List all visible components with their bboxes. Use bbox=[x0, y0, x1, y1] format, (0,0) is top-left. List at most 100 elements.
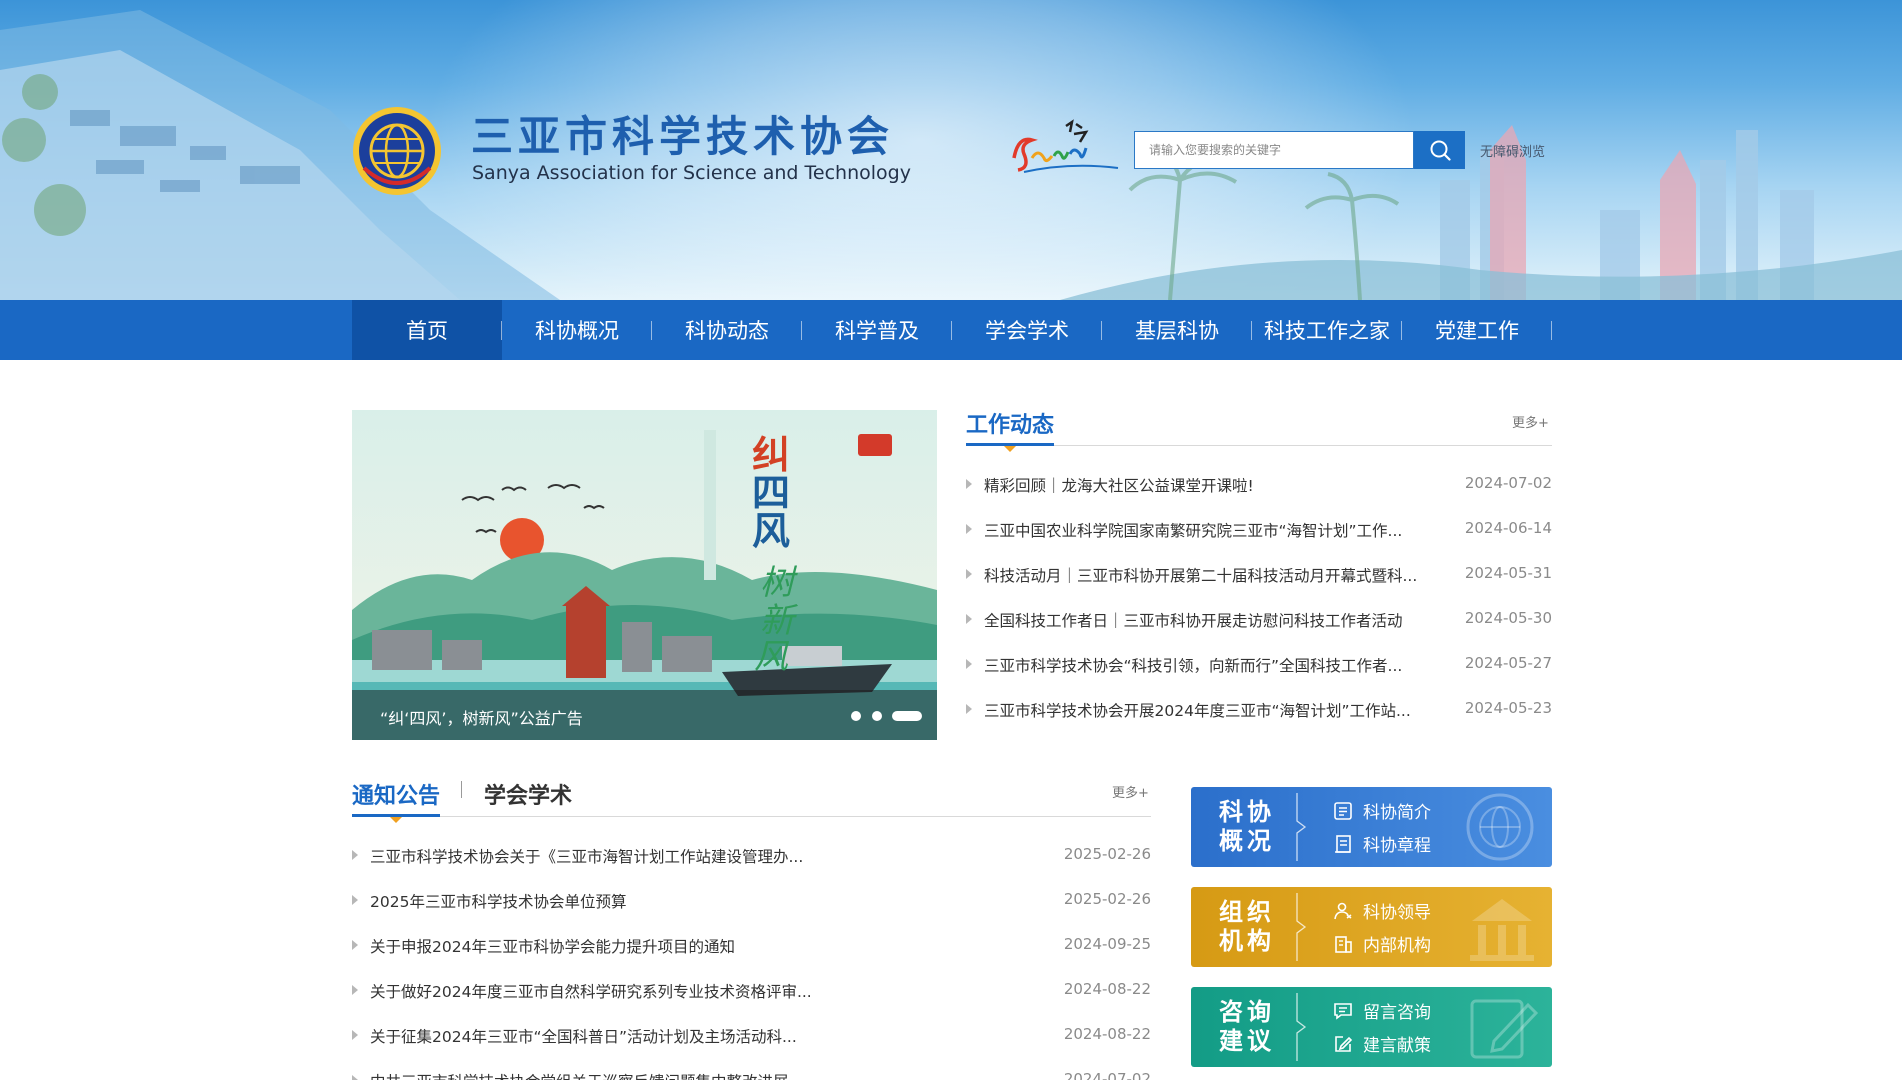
link-message-consult-label: 留言咨询 bbox=[1363, 1003, 1431, 1023]
nav-item-party-building[interactable]: 党建工作 bbox=[1402, 300, 1552, 360]
link-suggestions[interactable]: 建言献策 bbox=[1333, 1031, 1431, 1056]
card-consultation-heading: 咨询建议 bbox=[1219, 998, 1275, 1055]
list-item-title: 2025年三亚市科学技术协会单位预算 bbox=[370, 893, 627, 911]
search-box bbox=[1134, 131, 1414, 169]
nav-item-sci-tech-workers-home[interactable]: 科技工作之家 bbox=[1252, 300, 1402, 360]
card-consultation[interactable]: 咨询建议 留言咨询 建言献策 bbox=[1191, 987, 1552, 1067]
list-item-title: 关于征集2024年三亚市“全国科普日”活动计划及主场活动科... bbox=[370, 1028, 797, 1046]
caret-right-icon bbox=[966, 569, 972, 579]
caret-right-icon bbox=[966, 704, 972, 714]
svg-text:风: 风 bbox=[752, 508, 790, 553]
tab-separator bbox=[461, 781, 462, 798]
link-sast-intro[interactable]: 科协简介 bbox=[1333, 798, 1431, 823]
list-item-date: 2025-02-26 bbox=[1063, 890, 1151, 908]
notices-more-link[interactable]: 更多+ bbox=[1112, 782, 1149, 801]
work-news-more-link[interactable]: 更多+ bbox=[1512, 412, 1549, 431]
search-icon bbox=[1430, 140, 1451, 161]
chevron-separator-icon bbox=[1296, 793, 1307, 861]
nav-item-science-popularization[interactable]: 科学普及 bbox=[802, 300, 952, 360]
charter-icon bbox=[1335, 834, 1351, 853]
card-organization-heading: 组织机构 bbox=[1219, 898, 1275, 955]
chevron-separator-icon bbox=[1296, 993, 1307, 1061]
list-item[interactable]: 2025年三亚市科学技术协会单位预算 2025-02-26 bbox=[352, 889, 1151, 913]
list-item-title: 精彩回顾｜龙海大社区公益课堂开课啦! bbox=[984, 477, 1254, 495]
list-item-title: 中共三亚市科学技术协会党组关于巡察反馈问题集中整改进展... bbox=[370, 1070, 803, 1080]
nav-item-overview[interactable]: 科协概况 bbox=[502, 300, 652, 360]
link-internal-departments-label: 内部机构 bbox=[1363, 936, 1431, 956]
carousel-dot-2[interactable] bbox=[872, 711, 882, 721]
nav-item-news[interactable]: 科协动态 bbox=[652, 300, 802, 360]
link-sast-leaders[interactable]: 科协领导 bbox=[1333, 898, 1431, 923]
list-item[interactable]: 精彩回顾｜龙海大社区公益课堂开课啦! 2024-07-02 bbox=[966, 473, 1552, 497]
sast-emblem-logo bbox=[353, 107, 441, 195]
list-item-date: 2024-09-25 bbox=[1063, 935, 1151, 953]
svg-text:风: 风 bbox=[754, 637, 790, 677]
link-message-consult[interactable]: 留言咨询 bbox=[1333, 998, 1431, 1023]
caret-right-icon bbox=[966, 479, 972, 489]
list-item-title: 关于申报2024年三亚市科协学会能力提升项目的通知 bbox=[370, 938, 735, 956]
caret-right-icon bbox=[966, 659, 972, 669]
card-overview-heading: 科协概况 bbox=[1219, 798, 1275, 855]
caret-right-icon bbox=[352, 985, 358, 995]
list-item-title: 全国科技工作者日｜三亚市科协开展走访慰问科技工作者活动 bbox=[984, 612, 1403, 630]
list-item-title: 科技活动月｜三亚市科协开展第二十届科技活动月开幕式暨科... bbox=[984, 567, 1418, 585]
list-item-date: 2024-08-22 bbox=[1063, 980, 1151, 998]
list-item[interactable]: 中共三亚市科学技术协会党组关于巡察反馈问题集中整改进展... 2024-07-02 bbox=[352, 1069, 1151, 1080]
work-news-caret-icon bbox=[1004, 446, 1016, 452]
list-item[interactable]: 关于做好2024年度三亚市自然科学研究系列专业技术资格评审... 2024-08-… bbox=[352, 979, 1151, 1003]
list-item-title: 关于做好2024年度三亚市自然科学研究系列专业技术资格评审... bbox=[370, 983, 812, 1001]
carousel-dot-1[interactable] bbox=[851, 711, 861, 721]
list-item-date: 2025-02-26 bbox=[1063, 845, 1151, 863]
link-suggestions-label: 建言献策 bbox=[1363, 1036, 1431, 1056]
tab-notices[interactable]: 通知公告 bbox=[352, 778, 440, 810]
list-item[interactable]: 科技活动月｜三亚市科协开展第二十届科技活动月开幕式暨科... 2024-05-31 bbox=[966, 563, 1552, 587]
search-button[interactable] bbox=[1414, 131, 1465, 169]
leader-icon bbox=[1334, 902, 1352, 919]
tab-academic[interactable]: 学会学术 bbox=[484, 778, 572, 810]
list-item-date: 2024-05-23 bbox=[1464, 699, 1552, 717]
image-carousel[interactable]: 纠 四 风 树 新 风 “纠‘四风’，树新风”公益广告 bbox=[352, 410, 937, 740]
header-banner: 三亚市科学技术协会 Sanya Association for Science … bbox=[0, 0, 1902, 300]
list-item-date: 2024-05-30 bbox=[1464, 609, 1552, 627]
nav-item-home[interactable]: 首页 bbox=[352, 300, 502, 360]
list-item[interactable]: 三亚市科学技术协会关于《三亚市海智计划工作站建设管理办... 2025-02-26 bbox=[352, 844, 1151, 868]
card-organization[interactable]: 组织机构 科协领导 内部机构 bbox=[1191, 887, 1552, 967]
carousel-dot-3-active[interactable] bbox=[892, 711, 922, 721]
list-item[interactable]: 三亚中国农业科学院国家南繁研究院三亚市“海智计划”工作... 2024-06-14 bbox=[966, 518, 1552, 542]
accessibility-link[interactable]: 无障碍浏览 bbox=[1480, 141, 1545, 160]
nav-item-grassroots[interactable]: 基层科协 bbox=[1102, 300, 1252, 360]
list-item-title: 三亚市科学技术协会关于《三亚市海智计划工作站建设管理办... bbox=[370, 848, 804, 866]
list-item-title: 三亚市科学技术协会“科技引领，向新而行”全国科技工作者... bbox=[984, 657, 1403, 675]
chevron-separator-icon bbox=[1296, 893, 1307, 961]
list-item[interactable]: 全国科技工作者日｜三亚市科协开展走访慰问科技工作者活动 2024-05-30 bbox=[966, 608, 1552, 632]
link-sast-intro-label: 科协简介 bbox=[1363, 803, 1431, 823]
nav-item-academic[interactable]: 学会学术 bbox=[952, 300, 1102, 360]
list-item[interactable]: 关于征集2024年三亚市“全国科普日”活动计划及主场活动科... 2024-08-… bbox=[352, 1024, 1151, 1048]
link-internal-departments[interactable]: 内部机构 bbox=[1333, 931, 1431, 956]
search-input[interactable] bbox=[1135, 132, 1413, 168]
list-item-title: 三亚市科学技术协会开展2024年度三亚市“海智计划”工作站... bbox=[984, 702, 1411, 720]
list-item[interactable]: 三亚市科学技术协会开展2024年度三亚市“海智计划”工作站... 2024-05-… bbox=[966, 698, 1552, 722]
edit-watermark-icon bbox=[1470, 999, 1539, 1059]
caret-right-icon bbox=[352, 1030, 358, 1040]
work-news-title[interactable]: 工作动态 bbox=[966, 407, 1054, 439]
list-item-date: 2024-07-02 bbox=[1464, 474, 1552, 492]
site-subtitle: Sanya Association for Science and Techno… bbox=[472, 162, 911, 184]
list-item-date: 2024-07-02 bbox=[1063, 1070, 1151, 1080]
svg-text:树: 树 bbox=[760, 563, 798, 603]
list-item-date: 2024-08-22 bbox=[1063, 1025, 1151, 1043]
caret-right-icon bbox=[352, 895, 358, 905]
list-item[interactable]: 三亚市科学技术协会“科技引领，向新而行”全国科技工作者... 2024-05-27 bbox=[966, 653, 1552, 677]
caret-right-icon bbox=[966, 524, 972, 534]
link-sast-charter[interactable]: 科协章程 bbox=[1333, 831, 1431, 856]
document-icon bbox=[1334, 801, 1352, 820]
list-item[interactable]: 关于申报2024年三亚市科协学会能力提升项目的通知 2024-09-25 bbox=[352, 934, 1151, 958]
caret-right-icon bbox=[352, 1075, 358, 1080]
card-overview[interactable]: 科协概况 科协简介 科协章程 bbox=[1191, 787, 1552, 867]
carousel-caption[interactable]: “纠‘四风’，树新风”公益广告 bbox=[380, 705, 583, 729]
list-item-title: 三亚中国农业科学院国家南繁研究院三亚市“海智计划”工作... bbox=[984, 522, 1403, 540]
list-item-date: 2024-06-14 bbox=[1464, 519, 1552, 537]
link-sast-charter-label: 科协章程 bbox=[1363, 836, 1431, 856]
link-sast-leaders-label: 科协领导 bbox=[1363, 903, 1431, 923]
emblem-watermark-icon bbox=[1466, 793, 1534, 861]
